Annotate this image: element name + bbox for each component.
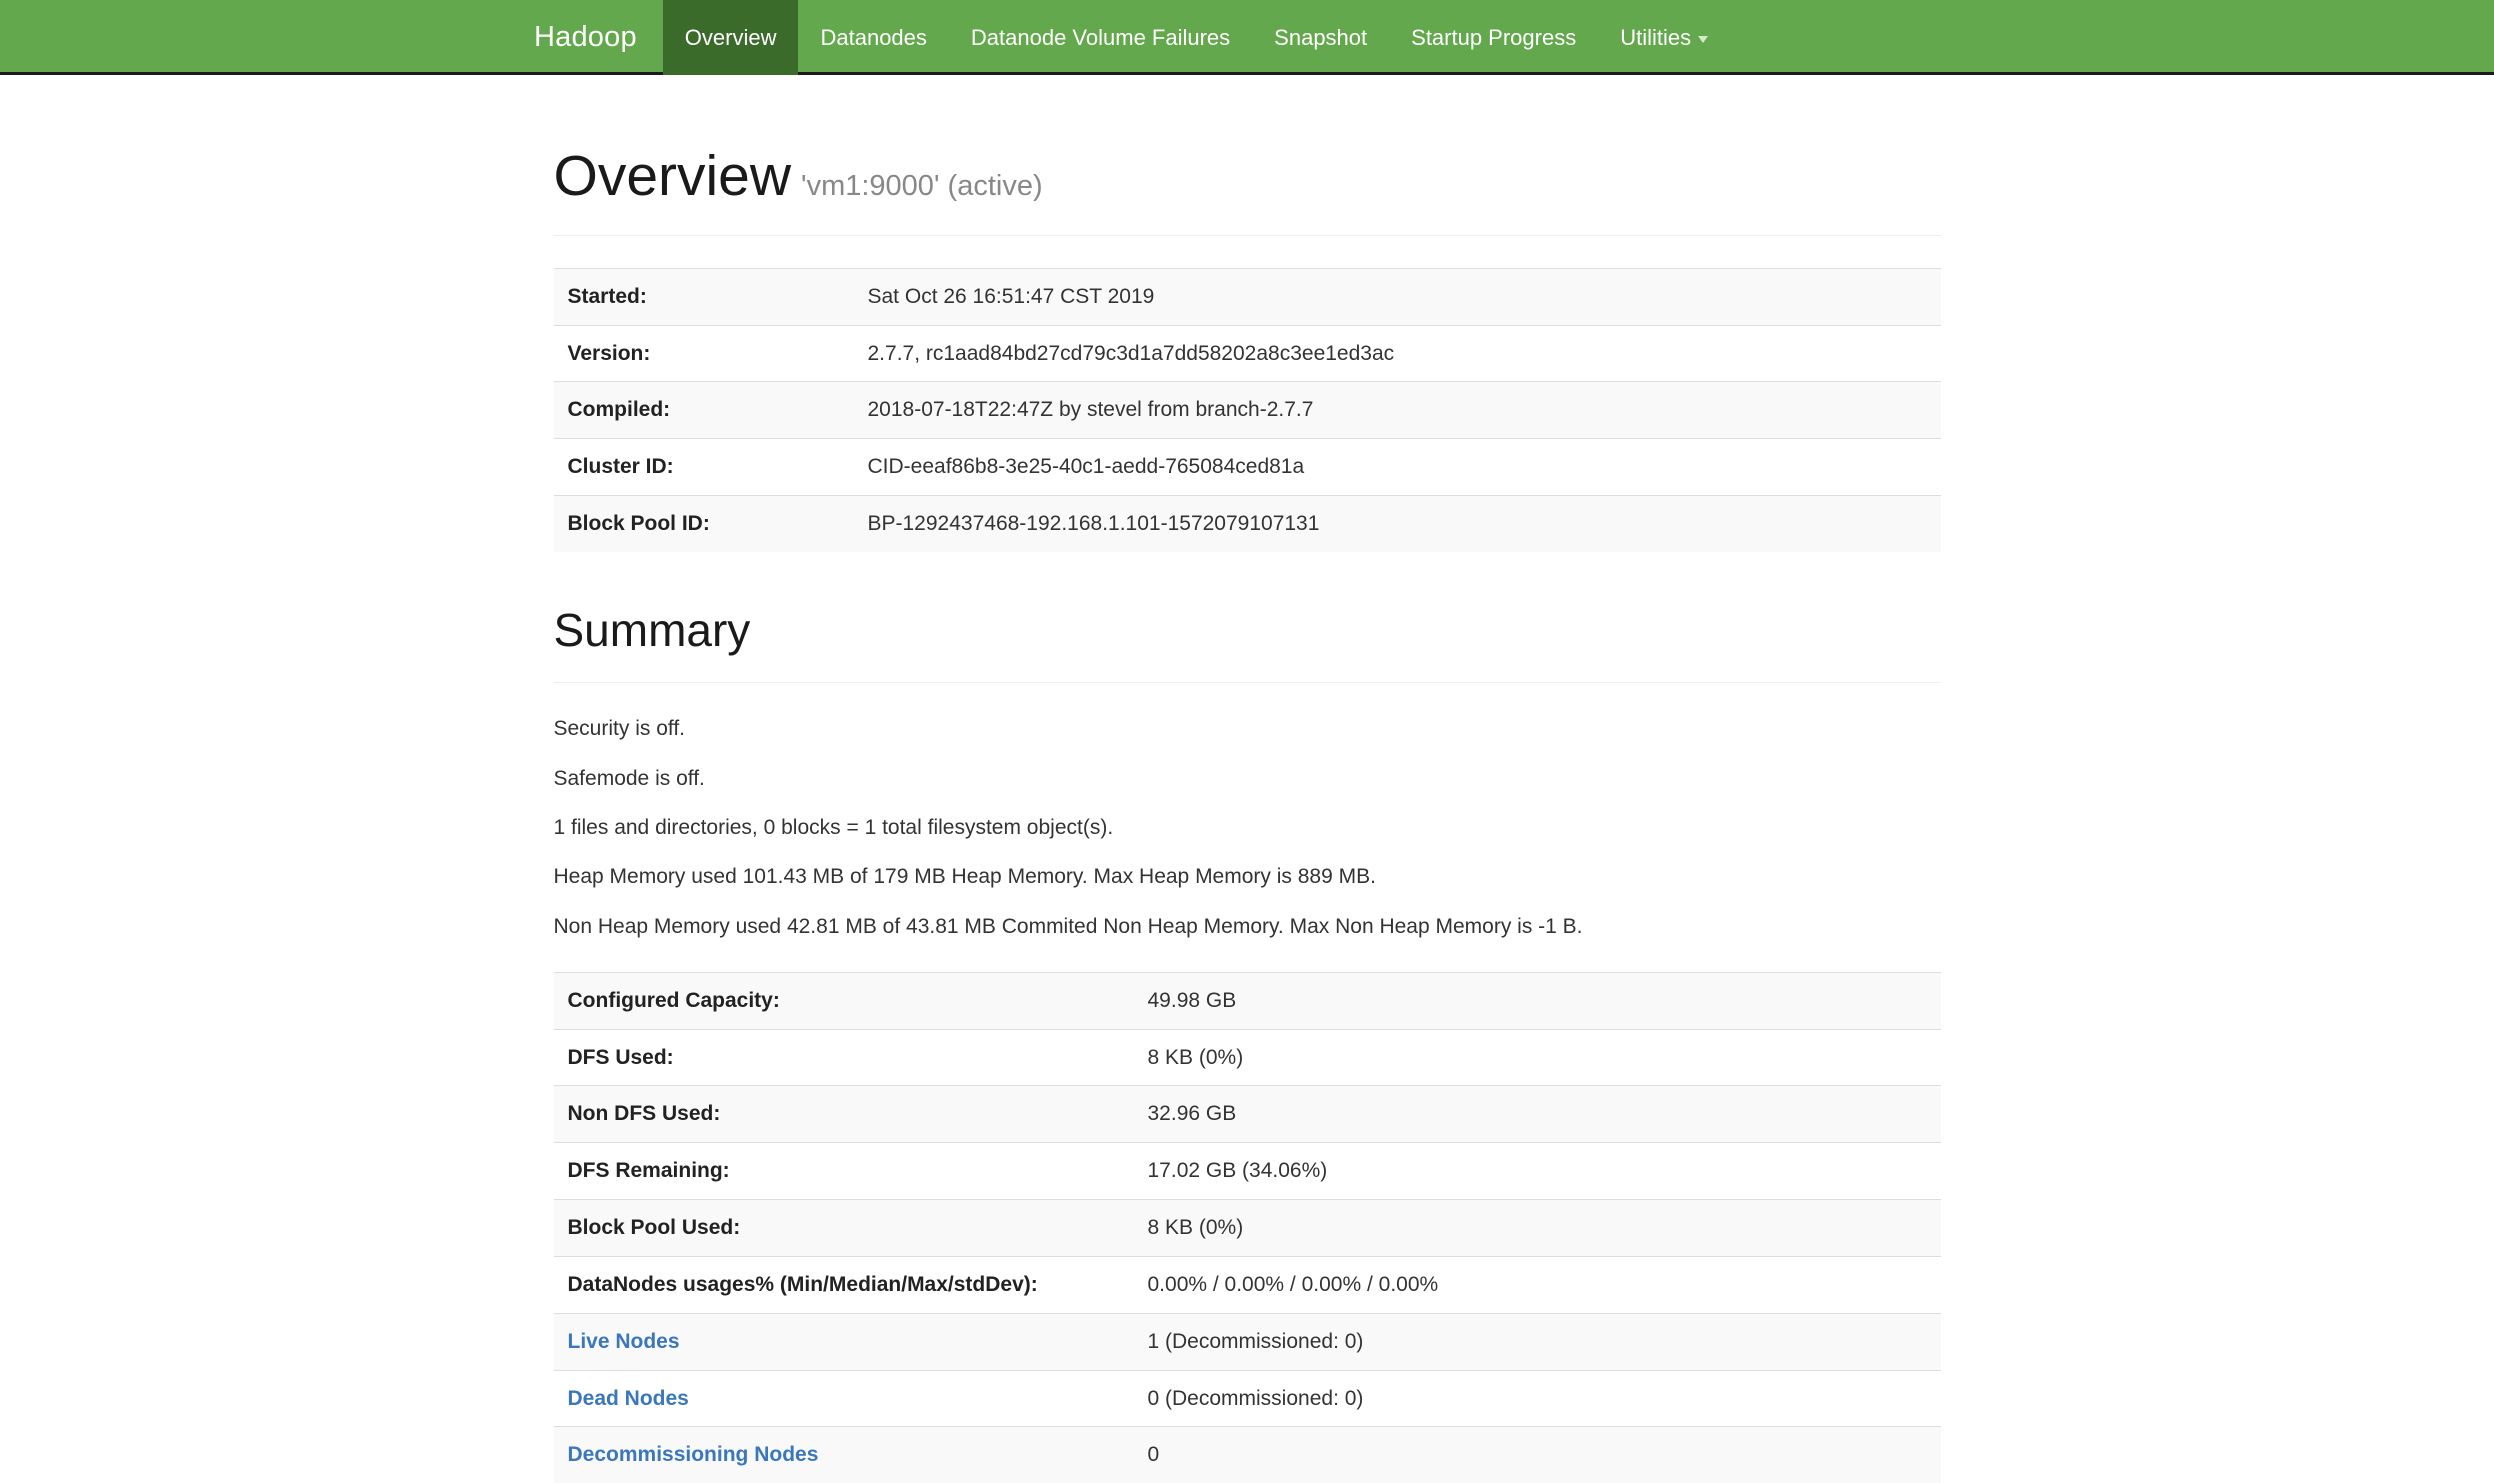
row-value-version: 2.7.7, rc1aad84bd27cd79c3d1a7dd58202a8c3… [853,324,1941,382]
summary-section-title: Summary [553,603,751,656]
overview-info-table: Started: Sat Oct 26 16:51:47 CST 2019 Ve… [553,267,1941,552]
row-key-block-pool-id: Block Pool ID: [553,494,854,552]
row-value-decommissioning-nodes: 0 [1133,1426,1941,1483]
table-row: Compiled: 2018-07-18T22:47Z by stevel fr… [553,381,1941,439]
table-row: Configured Capacity: 49.98 GB [553,971,1941,1030]
row-key-block-pool-used: Block Pool Used: [553,1199,1134,1257]
nav-item-utilities[interactable]: Utilities [1598,0,1730,75]
nav-item-list: Overview Datanodes Datanode Volume Failu… [662,0,1730,75]
row-value-dfs-used: 8 KB (0%) [1133,1028,1941,1086]
row-value-block-pool-used: 8 KB (0%) [1133,1199,1941,1257]
page-title-subtitle: 'vm1:9000' (active) [801,170,1043,202]
nav-list-item: Datanodes [798,0,948,72]
nav-list-item: Overview [662,0,799,75]
table-row: Block Pool Used: 8 KB (0%) [553,1199,1941,1257]
page-header-divider [553,234,1941,236]
row-key-live-nodes: Live Nodes [553,1312,1134,1371]
row-key-dfs-used: DFS Used: [553,1028,1134,1086]
table-row: DFS Used: 8 KB (0%) [553,1028,1941,1086]
row-key-started: Started: [553,267,854,325]
summary-header-divider [553,682,1941,684]
nav-item-datanodes[interactable]: Datanodes [798,0,948,75]
row-value-non-dfs-used: 32.96 GB [1133,1085,1941,1143]
summary-line-safemode: Safemode is off. [553,766,705,790]
row-value-datanodes-usages: 0.00% / 0.00% / 0.00% / 0.00% [1133,1255,1941,1314]
link-live-nodes[interactable]: Live Nodes [568,1330,680,1353]
nav-item-overview[interactable]: Overview [662,0,799,75]
link-dead-nodes[interactable]: Dead Nodes [568,1387,689,1410]
table-row: Started: Sat Oct 26 16:51:47 CST 2019 [553,267,1941,325]
table-row: Block Pool ID: BP-1292437468-192.168.1.1… [553,494,1941,552]
row-value-started: Sat Oct 26 16:51:47 CST 2019 [853,267,1941,325]
table-row: Version: 2.7.7, rc1aad84bd27cd79c3d1a7dd… [553,324,1941,382]
row-value-dfs-remaining: 17.02 GB (34.06%) [1133,1142,1941,1200]
row-key-cluster-id: Cluster ID: [553,438,854,496]
nav-list-item: Snapshot [1252,0,1389,72]
row-value-live-nodes: 1 (Decommissioned: 0) [1133,1312,1941,1371]
summary-line-security: Security is off. [553,717,686,741]
table-row: Live Nodes 1 (Decommissioned: 0) [553,1312,1941,1371]
brand-hadoop[interactable]: Hadoop [510,0,663,72]
row-value-compiled: 2018-07-18T22:47Z by stevel from branch-… [853,381,1941,439]
nav-item-snapshot[interactable]: Snapshot [1252,0,1389,75]
row-key-datanodes-usages: DataNodes usages% (Min/Median/Max/stdDev… [553,1255,1134,1314]
summary-line-filesystem-objects: 1 files and directories, 0 blocks = 1 to… [553,815,1114,839]
main-container: Overview 'vm1:9000' (active) Started: Sat… [530,145,1965,1483]
row-key-dfs-remaining: DFS Remaining: [553,1142,1134,1200]
row-value-block-pool-id: BP-1292437468-192.168.1.101-157207910713… [853,494,1941,552]
summary-line-heap-memory: Heap Memory used 101.43 MB of 179 MB Hea… [553,865,1376,889]
summary-text-block: Security is off. Safemode is off. 1 file… [554,715,1941,939]
page-title-text: Overview [553,144,792,208]
nav-list-item: Utilities [1598,0,1730,72]
row-value-cluster-id: CID-eeaf86b8-3e25-40c1-aedd-765084ced81a [853,438,1941,496]
top-navbar: Hadoop Overview Datanodes Datanode Volum… [0,0,2494,75]
table-row: Decommissioning Nodes 0 [553,1426,1941,1483]
row-value-dead-nodes: 0 (Decommissioned: 0) [1133,1369,1941,1427]
table-row: DataNodes usages% (Min/Median/Max/stdDev… [553,1255,1941,1314]
summary-line-non-heap-memory: Non Heap Memory used 42.81 MB of 43.81 M… [553,914,1583,938]
nav-list-item: Startup Progress [1389,0,1598,72]
row-key-version: Version: [553,324,854,382]
nav-item-datanode-volume-failures[interactable]: Datanode Volume Failures [949,0,1252,75]
nav-list-item: Datanode Volume Failures [949,0,1252,72]
table-row: DFS Remaining: 17.02 GB (34.06%) [553,1142,1941,1200]
chevron-down-icon [1698,35,1709,43]
summary-stats-table: Configured Capacity: 49.98 GB DFS Used: … [553,971,1941,1483]
row-value-configured-capacity: 49.98 GB [1133,971,1941,1030]
row-key-non-dfs-used: Non DFS Used: [553,1085,1134,1143]
table-row: Dead Nodes 0 (Decommissioned: 0) [553,1369,1941,1427]
nav-item-utilities-label: Utilities [1620,25,1692,50]
nav-item-startup-progress[interactable]: Startup Progress [1389,0,1598,75]
page-title: Overview 'vm1:9000' (active) [554,145,1941,208]
table-row: Cluster ID: CID-eeaf86b8-3e25-40c1-aedd-… [553,438,1941,496]
link-decommissioning-nodes[interactable]: Decommissioning Nodes [568,1443,819,1466]
table-row: Non DFS Used: 32.96 GB [553,1085,1941,1143]
row-key-compiled: Compiled: [553,381,854,439]
row-key-dead-nodes: Dead Nodes [553,1369,1134,1427]
row-key-decommissioning-nodes: Decommissioning Nodes [553,1426,1134,1483]
row-key-configured-capacity: Configured Capacity: [553,971,1134,1030]
